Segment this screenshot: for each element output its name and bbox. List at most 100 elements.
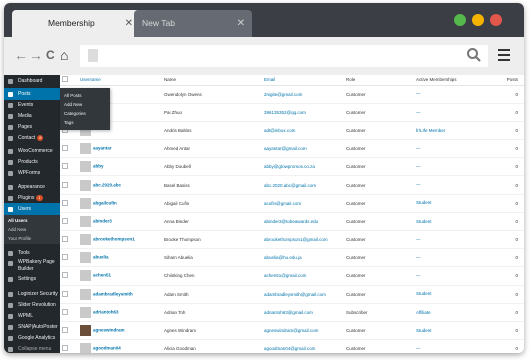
row-checkbox[interactable]: [62, 290, 68, 297]
username-cell[interactable]: agoodman04: [78, 339, 162, 353]
name-cell: Pai Zhuo: [162, 103, 262, 122]
flyout-add-new[interactable]: Add New: [60, 100, 110, 109]
posts-count: 0: [482, 339, 524, 353]
username-link[interactable]: achen51: [93, 273, 111, 278]
row-checkbox[interactable]: [62, 236, 68, 243]
row-checkbox[interactable]: [62, 308, 68, 315]
row-checkbox[interactable]: [62, 217, 68, 224]
sidebar-item-contact[interactable]: Contact 8: [4, 132, 60, 144]
maximize-button[interactable]: [454, 14, 466, 26]
column-header-username[interactable]: Username: [78, 75, 162, 86]
column-header-email[interactable]: Email: [262, 75, 344, 86]
username-cell[interactable]: abrookethompson1: [78, 230, 162, 250]
username-link[interactable]: abrookethompson1: [93, 237, 135, 242]
tab-new-tab[interactable]: New Tab ✕: [134, 10, 252, 37]
search-icon[interactable]: [466, 47, 482, 63]
username-cell[interactable]: agneswindram: [78, 321, 162, 341]
email-link[interactable]: adambradleysmith@gmail.com: [262, 285, 344, 304]
submenu-add-new[interactable]: Add New: [4, 225, 60, 234]
media-icon: [8, 114, 13, 119]
select-all-checkbox[interactable]: [62, 76, 68, 83]
username-cell[interactable]: achen51: [78, 266, 162, 286]
flyout-tags[interactable]: Tags: [60, 118, 110, 127]
email-link[interactable]: acufin@gmail.com: [262, 194, 344, 213]
email-link[interactable]: agoodman04@gmail.com: [262, 339, 344, 353]
email-link[interactable]: aayantar@gmail.com: [262, 139, 344, 159]
sidebar-item-label: Slider Revolution: [18, 302, 56, 308]
row-checkbox[interactable]: [62, 254, 68, 261]
menu-icon[interactable]: [498, 49, 510, 64]
username-cell[interactable]: aayantar: [78, 139, 162, 159]
username-cell[interactable]: abuelia: [78, 248, 162, 268]
email-link[interactable]: abc.2020.abc@gmail.com: [262, 175, 344, 195]
submenu-all-users[interactable]: All Users: [4, 216, 60, 225]
submenu-your-profile[interactable]: Your Profile: [4, 234, 60, 243]
username-link[interactable]: agoodman04: [93, 346, 121, 351]
username-cell[interactable]: adriantoh63: [78, 303, 162, 322]
row-checkbox[interactable]: [62, 199, 68, 206]
username-cell[interactable]: abgailcufin: [78, 194, 162, 213]
forward-arrow-icon[interactable]: →: [29, 47, 43, 63]
username-link[interactable]: adriantoh63: [93, 310, 119, 315]
row-checkbox[interactable]: [62, 327, 68, 334]
back-arrow-icon[interactable]: ←: [14, 47, 28, 63]
username-cell[interactable]: abby: [78, 157, 162, 177]
column-header-name: Name: [162, 75, 262, 86]
membership-cell: Student: [414, 285, 482, 304]
home-icon[interactable]: ⌂: [60, 47, 68, 63]
role-cell: Customer: [344, 212, 414, 232]
name-cell: Abigail Cufin: [162, 194, 262, 213]
email-link[interactable]: abby@gtowpromos.co.za: [262, 157, 344, 177]
username-cell[interactable]: abinder3: [78, 212, 162, 232]
posts-count: 0: [482, 230, 524, 250]
username-link[interactable]: adambradleysmith: [93, 291, 133, 296]
row-checkbox[interactable]: [62, 181, 68, 188]
builder-icon: [8, 261, 13, 266]
sidebar-item-label: Products: [18, 159, 38, 165]
email-link[interactable]: abrookethompson1@gmail.com: [262, 230, 344, 250]
avatar: [80, 215, 91, 227]
table-row: agneswindram Agnes Windram agneswindram@gm…: [60, 321, 524, 341]
minimize-button[interactable]: [472, 14, 484, 26]
username-link[interactable]: abinder3: [93, 219, 112, 224]
name-cell: Gwendolyn Owens: [162, 85, 262, 104]
email-link[interactable]: abinder3@tobeawards.edu: [262, 212, 344, 232]
username-cell[interactable]: adambradleysmith: [78, 285, 162, 304]
sidebar-item-label: Pages: [18, 124, 33, 130]
email-link[interactable]: achen51@gmail.com: [262, 266, 344, 286]
username-link[interactable]: abuelia: [93, 255, 109, 260]
sidebar-item-wpforms[interactable]: WPForms: [4, 167, 60, 179]
email-link[interactable]: agneswindram@gmail.com: [262, 321, 344, 341]
reload-icon[interactable]: C: [46, 47, 55, 63]
row-checkbox[interactable]: [62, 272, 68, 279]
sidebar-item-settings[interactable]: Settings: [4, 273, 60, 285]
username-link[interactable]: abby: [93, 164, 104, 169]
collapse-menu-button[interactable]: Collapse menu: [4, 343, 60, 353]
email-link[interactable]: 2nigite@gmail.com: [262, 85, 344, 104]
tab-membership[interactable]: Membership ✕: [12, 10, 140, 37]
close-tab-icon[interactable]: ✕: [125, 10, 133, 37]
row-checkbox[interactable]: [62, 345, 68, 352]
products-icon: [8, 160, 13, 165]
role-cell: Customer: [344, 103, 414, 122]
email-link[interactable]: 396135352@qq.com: [262, 103, 344, 122]
username-link[interactable]: abgailcufin: [93, 200, 117, 205]
email-link[interactable]: adriantoh63@gmail.com: [262, 303, 344, 322]
username-link[interactable]: abc.2020.abc: [93, 182, 121, 187]
username-link[interactable]: agneswindram: [93, 328, 125, 333]
sidebar-item-users[interactable]: Users: [4, 203, 60, 215]
membership-cell: Student: [414, 194, 482, 213]
address-bar[interactable]: [80, 45, 488, 67]
row-checkbox[interactable]: [62, 145, 68, 152]
close-window-button[interactable]: [490, 14, 502, 26]
row-checkbox[interactable]: [62, 163, 68, 170]
username-link[interactable]: aayantar: [93, 146, 112, 151]
flyout-all-posts[interactable]: All Posts: [60, 91, 110, 100]
email-link[interactable]: abuelia@hu.edu.ja: [262, 248, 344, 268]
flyout-categories[interactable]: Categories: [60, 109, 110, 118]
email-link[interactable]: adt@inbox.com: [262, 121, 344, 141]
sidebar-item-label: WooCommerce: [18, 148, 53, 154]
close-tab-icon[interactable]: ✕: [237, 10, 245, 37]
sidebar-item-dashboard[interactable]: Dashboard: [4, 75, 60, 87]
username-cell[interactable]: abc.2020.abc: [78, 175, 162, 195]
